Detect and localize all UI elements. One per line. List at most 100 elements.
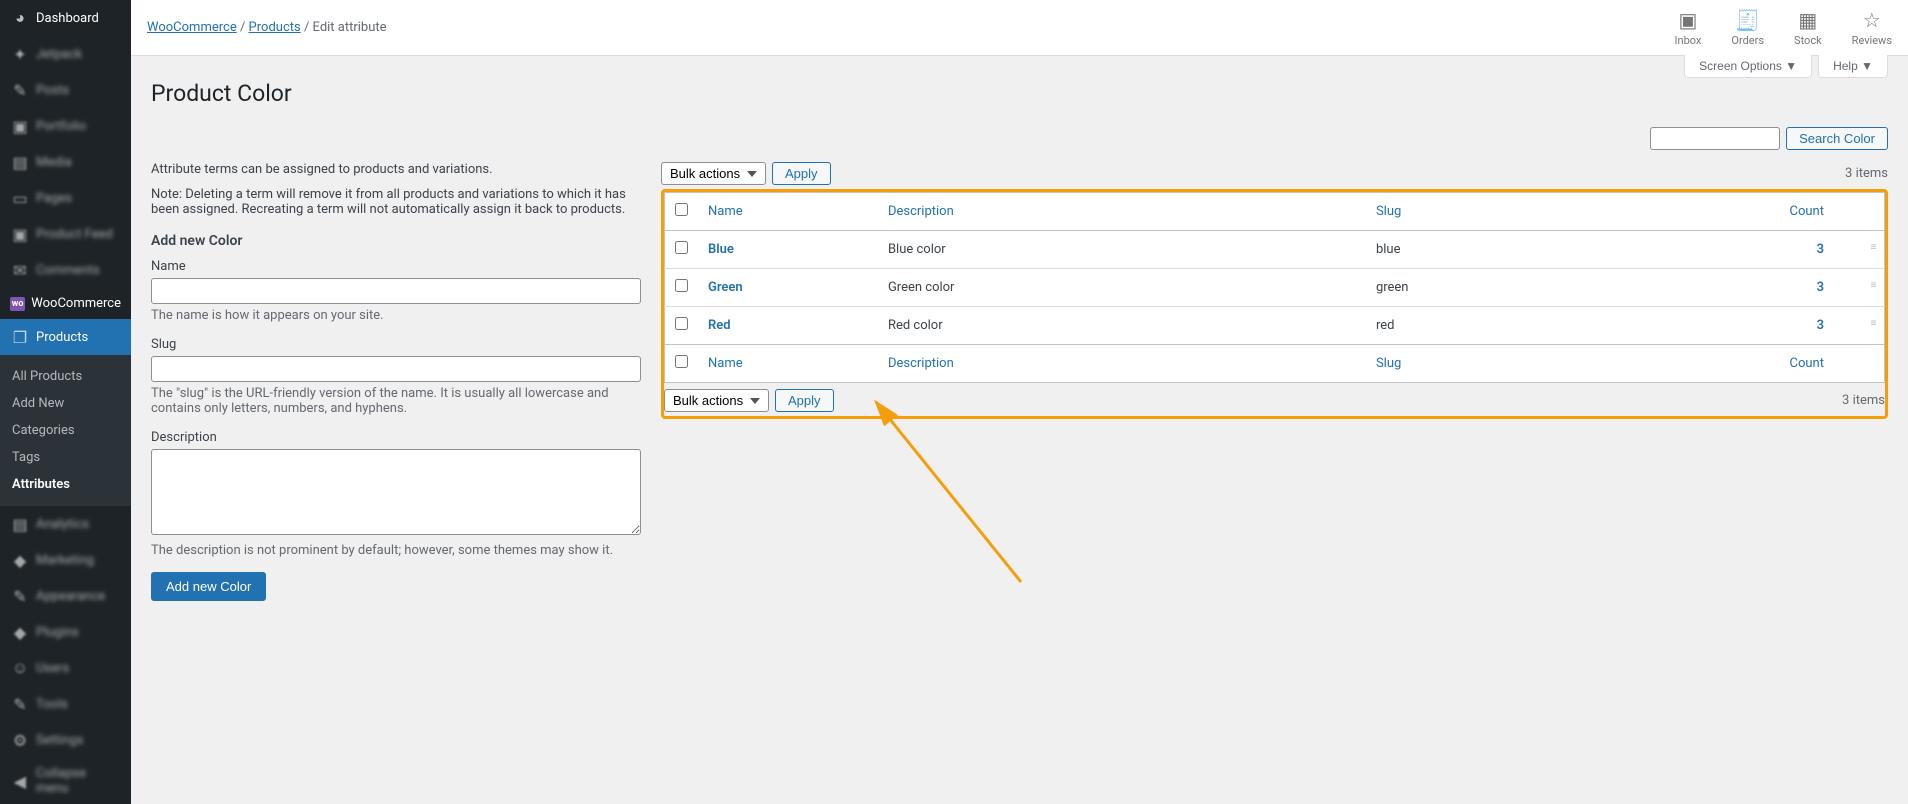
term-description: Green color — [878, 269, 1366, 307]
col-slug-foot[interactable]: Slug — [1366, 345, 1539, 383]
sidebar-item-blurred[interactable]: ✎Posts — [0, 72, 131, 108]
slug-label: Slug — [151, 337, 641, 352]
admin-sidebar: ◕ Dashboard ✦Jetpack ✎Posts ▣Portfolio ▤… — [0, 0, 131, 804]
sidebar-item-blurred[interactable]: ◆Marketing — [0, 542, 131, 578]
term-description: Red color — [878, 307, 1366, 345]
col-name-foot[interactable]: Name — [698, 345, 878, 383]
inbox-icon: ▣ — [1679, 8, 1698, 32]
sidebar-item-products[interactable]: ❐ Products — [0, 319, 131, 355]
stock-icon: ▦ — [1798, 8, 1817, 32]
sidebar-item-blurred[interactable]: ⚙Settings — [0, 722, 131, 758]
col-name[interactable]: Name — [698, 193, 878, 231]
inbox-button[interactable]: ▣Inbox — [1675, 8, 1702, 47]
term-slug: red — [1366, 307, 1539, 345]
dashboard-icon: ◕ — [10, 8, 30, 28]
items-count-bottom: 3 items — [1842, 393, 1885, 408]
bulk-actions-select-bottom[interactable]: Bulk actions — [664, 389, 769, 412]
breadcrumb-woocommerce[interactable]: WooCommerce — [147, 20, 237, 35]
row-checkbox[interactable] — [675, 317, 688, 330]
highlighted-area: Name Description Slug Count Blue Blue co… — [661, 189, 1888, 419]
annotation-arrow — [861, 392, 1031, 592]
sidebar-sub-categories[interactable]: Categories — [0, 417, 131, 444]
items-count-top: 3 items — [1845, 166, 1888, 181]
term-count-link[interactable]: 3 — [1817, 318, 1824, 333]
reviews-button[interactable]: ☆Reviews — [1852, 8, 1892, 47]
sidebar-item-blurred[interactable]: ☺Users — [0, 650, 131, 686]
term-count-link[interactable]: 3 — [1817, 280, 1824, 295]
table-row: Blue Blue color blue 3 ≡ — [665, 231, 1885, 269]
description-textarea[interactable] — [151, 449, 641, 535]
slug-input[interactable] — [151, 356, 641, 382]
stock-button[interactable]: ▦Stock — [1794, 8, 1822, 47]
sidebar-sub-tags[interactable]: Tags — [0, 444, 131, 471]
term-slug: blue — [1366, 231, 1539, 269]
search-button[interactable]: Search Color — [1786, 127, 1888, 150]
col-count[interactable]: Count — [1539, 193, 1885, 231]
table-row: Red Red color red 3 ≡ — [665, 307, 1885, 345]
orders-icon: 🧾 — [1735, 8, 1760, 32]
sidebar-label: Dashboard — [36, 11, 99, 26]
sidebar-item-blurred[interactable]: ✦Jetpack — [0, 36, 131, 72]
row-checkbox[interactable] — [675, 279, 688, 292]
name-input[interactable] — [151, 278, 641, 304]
products-icon: ❐ — [10, 327, 30, 347]
drag-handle-icon[interactable]: ≡ — [1871, 318, 1877, 329]
sidebar-sub-attributes[interactable]: Attributes — [0, 471, 131, 498]
breadcrumb-current: Edit attribute — [313, 20, 387, 35]
apply-button-bottom[interactable]: Apply — [775, 389, 834, 412]
drag-handle-icon[interactable]: ≡ — [1871, 242, 1877, 253]
col-description-foot[interactable]: Description — [878, 345, 1366, 383]
term-description: Blue color — [878, 231, 1366, 269]
col-count-foot[interactable]: Count — [1539, 345, 1885, 383]
name-label: Name — [151, 259, 641, 274]
screen-options-button[interactable]: Screen Options ▼ — [1684, 55, 1812, 78]
name-help: The name is how it appears on your site. — [151, 308, 641, 323]
sidebar-item-blurred[interactable]: ✉Comments — [0, 252, 131, 288]
sidebar-item-blurred[interactable]: ▤Media — [0, 144, 131, 180]
term-name-link[interactable]: Red — [708, 318, 731, 333]
apply-button-top[interactable]: Apply — [772, 162, 831, 185]
breadcrumb-products[interactable]: Products — [249, 20, 301, 35]
term-name-link[interactable]: Green — [708, 280, 743, 295]
sidebar-sub-all-products[interactable]: All Products — [0, 363, 131, 390]
slug-help: The "slug" is the URL-friendly version o… — [151, 386, 641, 416]
select-all-top[interactable] — [675, 203, 688, 216]
description-label: Description — [151, 430, 641, 445]
sidebar-item-blurred[interactable]: ✎Tools — [0, 686, 131, 722]
sidebar-item-dashboard[interactable]: ◕ Dashboard — [0, 0, 131, 36]
table-row: Green Green color green 3 ≡ — [665, 269, 1885, 307]
select-all-bottom[interactable] — [675, 355, 688, 368]
sidebar-item-woocommerce[interactable]: wo WooCommerce — [0, 288, 131, 319]
description-help: The description is not prominent by defa… — [151, 543, 641, 558]
woocommerce-icon: wo — [10, 297, 25, 311]
intro-text: Attribute terms can be assigned to produ… — [151, 162, 641, 177]
term-count-link[interactable]: 3 — [1817, 242, 1824, 257]
sidebar-item-blurred[interactable]: ▣Portfolio — [0, 108, 131, 144]
sidebar-item-blurred[interactable]: ✎Appearance — [0, 578, 131, 614]
sidebar-item-blurred[interactable]: ◀Collapse menu — [0, 758, 131, 804]
sidebar-item-blurred[interactable]: ▣Product Feed — [0, 216, 131, 252]
col-slug[interactable]: Slug — [1366, 193, 1539, 231]
bulk-actions-select-top[interactable]: Bulk actions — [661, 162, 766, 185]
reviews-icon: ☆ — [1863, 8, 1881, 32]
breadcrumb: WooCommerce / Products / Edit attribute — [147, 20, 387, 35]
col-description[interactable]: Description — [878, 193, 1366, 231]
sidebar-item-blurred[interactable]: ◆Plugins — [0, 614, 131, 650]
row-checkbox[interactable] — [675, 241, 688, 254]
help-button[interactable]: Help ▼ — [1818, 55, 1888, 78]
orders-button[interactable]: 🧾Orders — [1731, 8, 1764, 47]
add-new-button[interactable]: Add new Color — [151, 572, 266, 601]
terms-table: Name Description Slug Count Blue Blue co… — [664, 192, 1885, 383]
sidebar-sub-add-new[interactable]: Add New — [0, 390, 131, 417]
add-new-heading: Add new Color — [151, 233, 641, 249]
drag-handle-icon[interactable]: ≡ — [1871, 280, 1877, 291]
sidebar-item-blurred[interactable]: ▭Pages — [0, 180, 131, 216]
sidebar-item-blurred[interactable]: ▤Analytics — [0, 506, 131, 542]
search-input[interactable] — [1650, 127, 1780, 150]
sidebar-label: Products — [36, 330, 88, 345]
page-title: Product Color — [151, 66, 1888, 127]
note-text: Note: Deleting a term will remove it fro… — [151, 187, 641, 217]
term-slug: green — [1366, 269, 1539, 307]
sidebar-label: WooCommerce — [31, 296, 121, 311]
term-name-link[interactable]: Blue — [708, 242, 734, 257]
